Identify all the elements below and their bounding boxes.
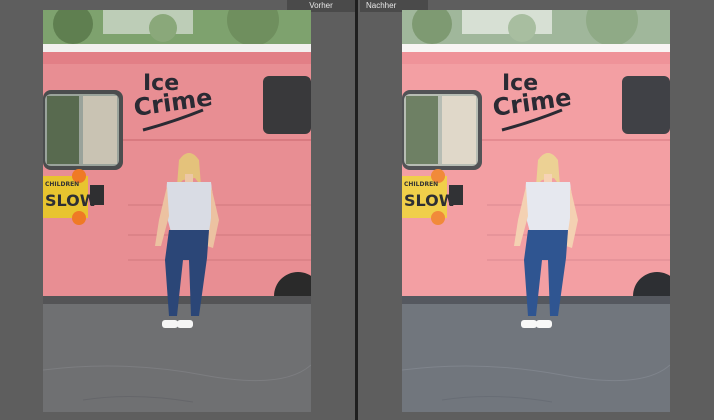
split-divider[interactable] <box>355 0 358 420</box>
svg-text:SLOW: SLOW <box>404 191 457 210</box>
truck-roof <box>402 44 670 52</box>
road <box>43 304 311 412</box>
road <box>402 304 670 412</box>
after-photo: Ice Crime CHILDREN SLOW <box>402 10 670 412</box>
after-photo-canvas: Ice Crime CHILDREN SLOW <box>402 10 670 412</box>
svg-text:SLOW: SLOW <box>45 191 98 210</box>
truck-roof <box>43 44 311 52</box>
before-photo: Ice Crime CHILDREN SLOW <box>43 10 311 412</box>
svg-text:CHILDREN: CHILDREN <box>404 181 438 188</box>
rear-window <box>263 76 311 134</box>
before-photo-canvas: Ice Crime CHILDREN SLOW <box>43 10 311 412</box>
svg-text:CHILDREN: CHILDREN <box>45 181 79 188</box>
rear-window <box>622 76 670 134</box>
